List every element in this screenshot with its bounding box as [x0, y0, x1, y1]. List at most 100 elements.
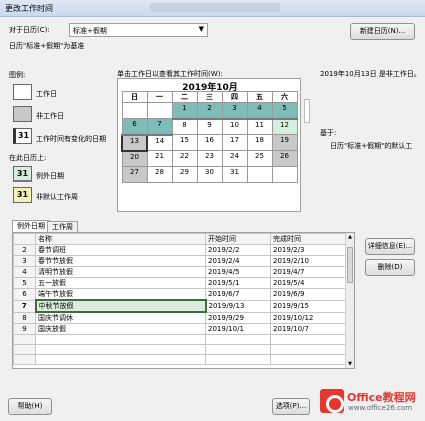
row-number: 8 — [13, 311, 36, 324]
calendar-day-cell[interactable]: 31 — [221, 166, 248, 183]
legend-exception-day-label: 例外日期 — [36, 172, 64, 180]
exception-name-cell[interactable]: 春节节放假 — [35, 255, 206, 267]
legend-nondefault-week-swatch: 31 — [13, 187, 32, 203]
empty-cell[interactable] — [270, 354, 346, 365]
empty-cell[interactable] — [205, 344, 271, 355]
calendar-day-cell[interactable]: 29 — [171, 166, 198, 183]
legend-nonworking-day-label: 非工作日 — [36, 112, 64, 120]
calendar-day-cell[interactable]: 30 — [196, 166, 223, 183]
calendar-day-cell[interactable]: 23 — [196, 150, 223, 167]
weekday-header: 一 — [146, 91, 173, 103]
scroll-down-icon[interactable]: ▼ — [346, 361, 354, 367]
calendar-day-cell[interactable]: 10 — [221, 118, 248, 135]
exception-name-cell[interactable]: 端午节放假 — [35, 288, 206, 301]
calendar-day-cell[interactable]: 25 — [246, 150, 273, 167]
column-header-start[interactable]: 开始时间 — [205, 233, 271, 245]
calendar-day-cell[interactable]: 6 — [121, 118, 148, 136]
exception-name-cell[interactable]: 国庆节调休 — [35, 311, 206, 324]
calendar-select-value: 标准+假期 — [73, 27, 107, 35]
scroll-up-icon[interactable]: ▲ — [346, 234, 354, 240]
month-calendar[interactable]: 2019年10月 日 一 二 三 四 五 六 1 2 3 4 5 6 7 8 9… — [117, 78, 310, 212]
calendar-day-cell[interactable]: 20 — [121, 150, 148, 167]
exception-finish-cell[interactable]: 2019/6/9 — [270, 288, 346, 301]
exception-name-cell[interactable]: 五一放假 — [35, 277, 206, 289]
calendar-day-cell — [146, 102, 173, 119]
weekday-header: 六 — [271, 91, 298, 103]
calendar-day-cell[interactable]: 2 — [196, 102, 223, 120]
calendar-day-cell[interactable]: 7 — [146, 118, 173, 136]
based-on-label: 基于: — [320, 129, 337, 137]
details-button[interactable]: 详细信息(E)... — [365, 238, 415, 255]
calendar-day-cell[interactable]: 27 — [121, 166, 148, 183]
help-button[interactable]: 帮助(H) — [8, 398, 52, 415]
calendar-day-cell[interactable]: 15 — [171, 134, 198, 151]
legend-exception-day-swatch: 31 — [13, 166, 32, 182]
calendar-day-cell[interactable]: 4 — [246, 102, 273, 120]
calendar-day-cell[interactable]: 24 — [221, 150, 248, 167]
empty-cell[interactable] — [270, 344, 346, 355]
column-header-finish[interactable]: 完成时间 — [270, 233, 346, 245]
new-calendar-button[interactable]: 新建日历(N)... — [350, 23, 415, 40]
legend-on-this-calendar: 在此日历上: — [9, 154, 47, 162]
calendar-day-cell[interactable]: 9 — [196, 118, 223, 135]
exception-finish-cell[interactable]: 2019/9/15 — [270, 299, 346, 313]
exception-finish-cell[interactable]: 2019/10/12 — [270, 311, 346, 324]
legend-nonworking-day-swatch — [13, 106, 32, 122]
calendar-day-cell[interactable]: 14 — [146, 134, 173, 151]
exception-name-cell[interactable]: 清明节放假 — [35, 266, 206, 278]
exception-start-cell[interactable]: 2019/4/5 — [205, 266, 271, 278]
exception-finish-cell[interactable]: 2019/2/3 — [270, 244, 346, 256]
exception-start-cell[interactable]: 2019/5/1 — [205, 277, 271, 289]
calendar-scrollbar[interactable] — [304, 99, 310, 123]
exception-finish-cell[interactable]: 2019/5/4 — [270, 277, 346, 289]
empty-cell[interactable] — [35, 354, 206, 365]
calendar-day-cell[interactable]: 28 — [146, 166, 173, 183]
calendar-day-cell[interactable]: 1 — [171, 102, 198, 120]
delete-button[interactable]: 删除(D) — [365, 259, 415, 276]
column-header-name[interactable]: 名称 — [35, 233, 206, 245]
weekday-header: 日 — [121, 91, 148, 103]
title-bar: 更改工作时间 — [0, 0, 425, 17]
exception-name-cell[interactable]: 春节调班 — [35, 244, 206, 256]
calendar-day-cell[interactable]: 19 — [271, 134, 298, 151]
exception-start-cell[interactable]: 2019/10/1 — [205, 323, 271, 335]
scrollbar-thumb[interactable] — [347, 247, 353, 283]
calendar-day-cell-selected[interactable]: 13 — [121, 133, 148, 152]
calendar-day-cell[interactable]: 16 — [196, 134, 223, 151]
calendar-day-cell[interactable]: 8 — [171, 118, 198, 135]
exception-name-cell-selected[interactable]: 中秋节放假 — [34, 299, 207, 313]
exceptions-grid: 名称 开始时间 完成时间 2 春节调班 2019/2/2 2019/2/3 3 … — [13, 233, 346, 365]
calendar-select[interactable]: 标准+假期 ▼ — [69, 23, 208, 37]
exception-start-cell[interactable]: 2019/2/4 — [205, 255, 271, 267]
exception-start-cell[interactable]: 2019/9/29 — [205, 311, 271, 324]
exceptions-table[interactable]: 名称 开始时间 完成时间 2 春节调班 2019/2/2 2019/2/3 3 … — [12, 232, 355, 369]
calendar-day-cell[interactable]: 12 — [271, 118, 298, 135]
exception-start-cell[interactable]: 2019/2/2 — [205, 244, 271, 256]
exception-start-cell[interactable]: 2019/9/13 — [205, 299, 271, 313]
calendar-day-cell[interactable]: 5 — [271, 102, 298, 120]
calendar-day-cell[interactable]: 17 — [221, 134, 248, 151]
calendar-day-cell[interactable]: 21 — [146, 150, 173, 167]
exception-finish-cell[interactable]: 2019/2/10 — [270, 255, 346, 267]
weekday-header: 四 — [221, 91, 248, 103]
chevron-down-icon[interactable]: ▼ — [199, 25, 204, 33]
calendar-day-cell[interactable]: 22 — [171, 150, 198, 167]
empty-cell[interactable] — [35, 344, 206, 355]
empty-cell[interactable] — [205, 334, 271, 345]
calendar-day-cell[interactable]: 26 — [271, 150, 298, 167]
legend-nondefault-week-label: 非默认工作周 — [36, 193, 78, 201]
calendar-day-cell[interactable]: 11 — [246, 118, 273, 135]
exception-start-cell[interactable]: 2019/6/7 — [205, 288, 271, 301]
table-scrollbar[interactable]: ▲ ▼ — [345, 233, 354, 368]
exception-finish-cell[interactable]: 2019/4/7 — [270, 266, 346, 278]
empty-cell[interactable] — [35, 334, 206, 345]
calendar-day-cell[interactable]: 18 — [246, 134, 273, 151]
calendar-day-cell[interactable]: 3 — [221, 102, 248, 120]
row-number: 4 — [13, 266, 36, 278]
weekday-header: 五 — [246, 91, 273, 103]
exception-name-cell[interactable]: 国庆放假 — [35, 323, 206, 335]
empty-cell[interactable] — [205, 354, 271, 365]
exception-finish-cell[interactable]: 2019/10/7 — [270, 323, 346, 335]
empty-cell[interactable] — [270, 334, 346, 345]
options-button[interactable]: 选项(P)... — [272, 398, 310, 415]
